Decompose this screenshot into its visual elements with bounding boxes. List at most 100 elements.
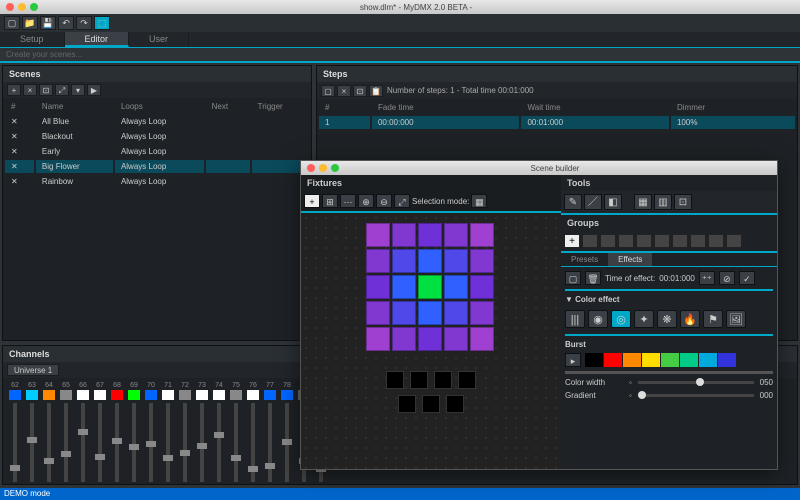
fixture-cell[interactable] — [392, 327, 416, 351]
step-row[interactable]: 1 00:00:000 00:01:000 100% — [319, 116, 795, 129]
save-button[interactable]: 💾 — [40, 16, 56, 30]
fixture-tool-1[interactable]: ⊞ — [322, 194, 338, 208]
fixture-black[interactable] — [398, 395, 416, 413]
gradient-slider[interactable] — [638, 394, 754, 397]
fixture-cell[interactable] — [444, 275, 468, 299]
fixture-cell[interactable] — [418, 275, 442, 299]
fixture-black[interactable] — [386, 371, 404, 389]
fixture-cell[interactable] — [392, 223, 416, 247]
minimize-icon[interactable] — [18, 3, 26, 11]
channel-fader[interactable]: 66 — [75, 382, 91, 484]
group-slot[interactable] — [690, 234, 706, 248]
effect-type-bars[interactable]: ||| — [565, 310, 585, 328]
channel-fader[interactable]: 75 — [228, 382, 244, 484]
channel-fader[interactable]: 67 — [92, 382, 108, 484]
add-effect-button[interactable]: ▢ — [565, 271, 581, 285]
color-swatch[interactable] — [680, 353, 698, 367]
color-swatch[interactable] — [623, 353, 641, 367]
fixture-cell[interactable] — [444, 327, 468, 351]
scene-row[interactable]: ✕All BlueAlways Loop — [5, 115, 309, 128]
redo-button[interactable]: ↷ — [76, 16, 92, 30]
fixture-cell[interactable] — [418, 223, 442, 247]
close-icon[interactable] — [307, 164, 315, 172]
color-swatch[interactable] — [699, 353, 717, 367]
zoom-out-button[interactable]: ⊖ — [376, 194, 392, 208]
channel-fader[interactable]: 70 — [143, 382, 159, 484]
channel-fader[interactable]: 77 — [262, 382, 278, 484]
channel-fader[interactable]: 73 — [194, 382, 210, 484]
group-slot[interactable] — [636, 234, 652, 248]
fixture-cell[interactable] — [392, 301, 416, 325]
add-fixture-button[interactable]: + — [304, 194, 320, 208]
remove-scene-button[interactable]: × — [23, 84, 37, 96]
channel-fader[interactable]: 71 — [160, 382, 176, 484]
universe-select[interactable]: Universe 1 — [7, 364, 59, 376]
fixture-cell[interactable] — [470, 275, 494, 299]
fixture-cell[interactable] — [418, 249, 442, 273]
scene-row[interactable]: ✕RainbowAlways Loop — [5, 175, 309, 188]
fixture-cell[interactable] — [366, 223, 390, 247]
delete-effect-button[interactable]: 🗑 — [585, 271, 601, 285]
color-edit-button[interactable]: ▸ — [565, 353, 581, 367]
tab-setup[interactable]: Setup — [0, 32, 65, 47]
tab-user[interactable]: User — [129, 32, 189, 47]
scene-row[interactable]: ✕EarlyAlways Loop — [5, 145, 309, 158]
add-step-button[interactable]: ▢ — [321, 85, 335, 97]
fixture-cell[interactable] — [418, 301, 442, 325]
effect-type-image[interactable]: 🖼 — [726, 310, 746, 328]
play-button[interactable]: ▶ — [87, 84, 101, 96]
copy-step-button[interactable]: ⊡ — [353, 85, 367, 97]
grid-tool-3[interactable]: ⊡ — [674, 194, 692, 210]
fixture-black[interactable] — [422, 395, 440, 413]
fixture-black[interactable] — [434, 371, 452, 389]
apply-button[interactable]: ✓ — [739, 271, 755, 285]
tab-effects[interactable]: Effects — [608, 253, 652, 266]
add-scene-button[interactable]: + — [7, 84, 21, 96]
builder-button[interactable]: ⬚ — [94, 16, 110, 30]
group-slot[interactable] — [672, 234, 688, 248]
group-slot[interactable] — [654, 234, 670, 248]
channel-fader[interactable]: 72 — [177, 382, 193, 484]
scene-row[interactable]: ✕Big FlowerAlways Loop — [5, 160, 309, 173]
color-swatch[interactable] — [718, 353, 736, 367]
group-slot[interactable] — [708, 234, 724, 248]
fixture-cell[interactable] — [470, 301, 494, 325]
fixture-cell[interactable] — [444, 249, 468, 273]
color-swatch[interactable] — [604, 353, 622, 367]
zoom-icon[interactable] — [30, 3, 38, 11]
color-swatch[interactable] — [585, 353, 603, 367]
channel-fader[interactable]: 64 — [41, 382, 57, 484]
paste-step-button[interactable]: 📋 — [369, 85, 383, 97]
fixture-cell[interactable] — [392, 275, 416, 299]
channel-fader[interactable]: 78 — [279, 382, 295, 484]
scene-row[interactable]: ✕BlackoutAlways Loop — [5, 130, 309, 143]
scene-builder-titlebar[interactable]: Scene builder — [301, 161, 777, 175]
line-tool[interactable]: ／ — [584, 194, 602, 210]
open-button[interactable]: 📁 — [22, 16, 38, 30]
group-slot[interactable] — [726, 234, 742, 248]
step-button[interactable]: ⁺⁺ — [699, 271, 715, 285]
minimize-icon[interactable] — [319, 164, 327, 172]
clear-button[interactable]: ⊘ — [719, 271, 735, 285]
burst-range-slider[interactable] — [565, 371, 773, 374]
fixture-cell[interactable] — [444, 301, 468, 325]
copy-scene-button[interactable]: ⊡ — [39, 84, 53, 96]
grid-tool-2[interactable]: ▥ — [654, 194, 672, 210]
time-value[interactable]: 00:01:000 — [659, 274, 695, 283]
undo-button[interactable]: ↶ — [58, 16, 74, 30]
color-swatch[interactable] — [661, 353, 679, 367]
channel-fader[interactable]: 63 — [24, 382, 40, 484]
expand-button[interactable]: ⤢ — [55, 84, 69, 96]
fixture-cell[interactable] — [366, 275, 390, 299]
zoom-in-button[interactable]: ⊕ — [358, 194, 374, 208]
fit-button[interactable]: ⤢ — [394, 194, 410, 208]
fixture-cell[interactable] — [470, 249, 494, 273]
options-button[interactable]: ▾ — [71, 84, 85, 96]
fixture-cell[interactable] — [366, 327, 390, 351]
zoom-icon[interactable] — [331, 164, 339, 172]
fixture-black[interactable] — [446, 395, 464, 413]
fixture-black[interactable] — [458, 371, 476, 389]
channel-fader[interactable]: 65 — [58, 382, 74, 484]
close-icon[interactable] — [6, 3, 14, 11]
tab-editor[interactable]: Editor — [65, 32, 130, 47]
